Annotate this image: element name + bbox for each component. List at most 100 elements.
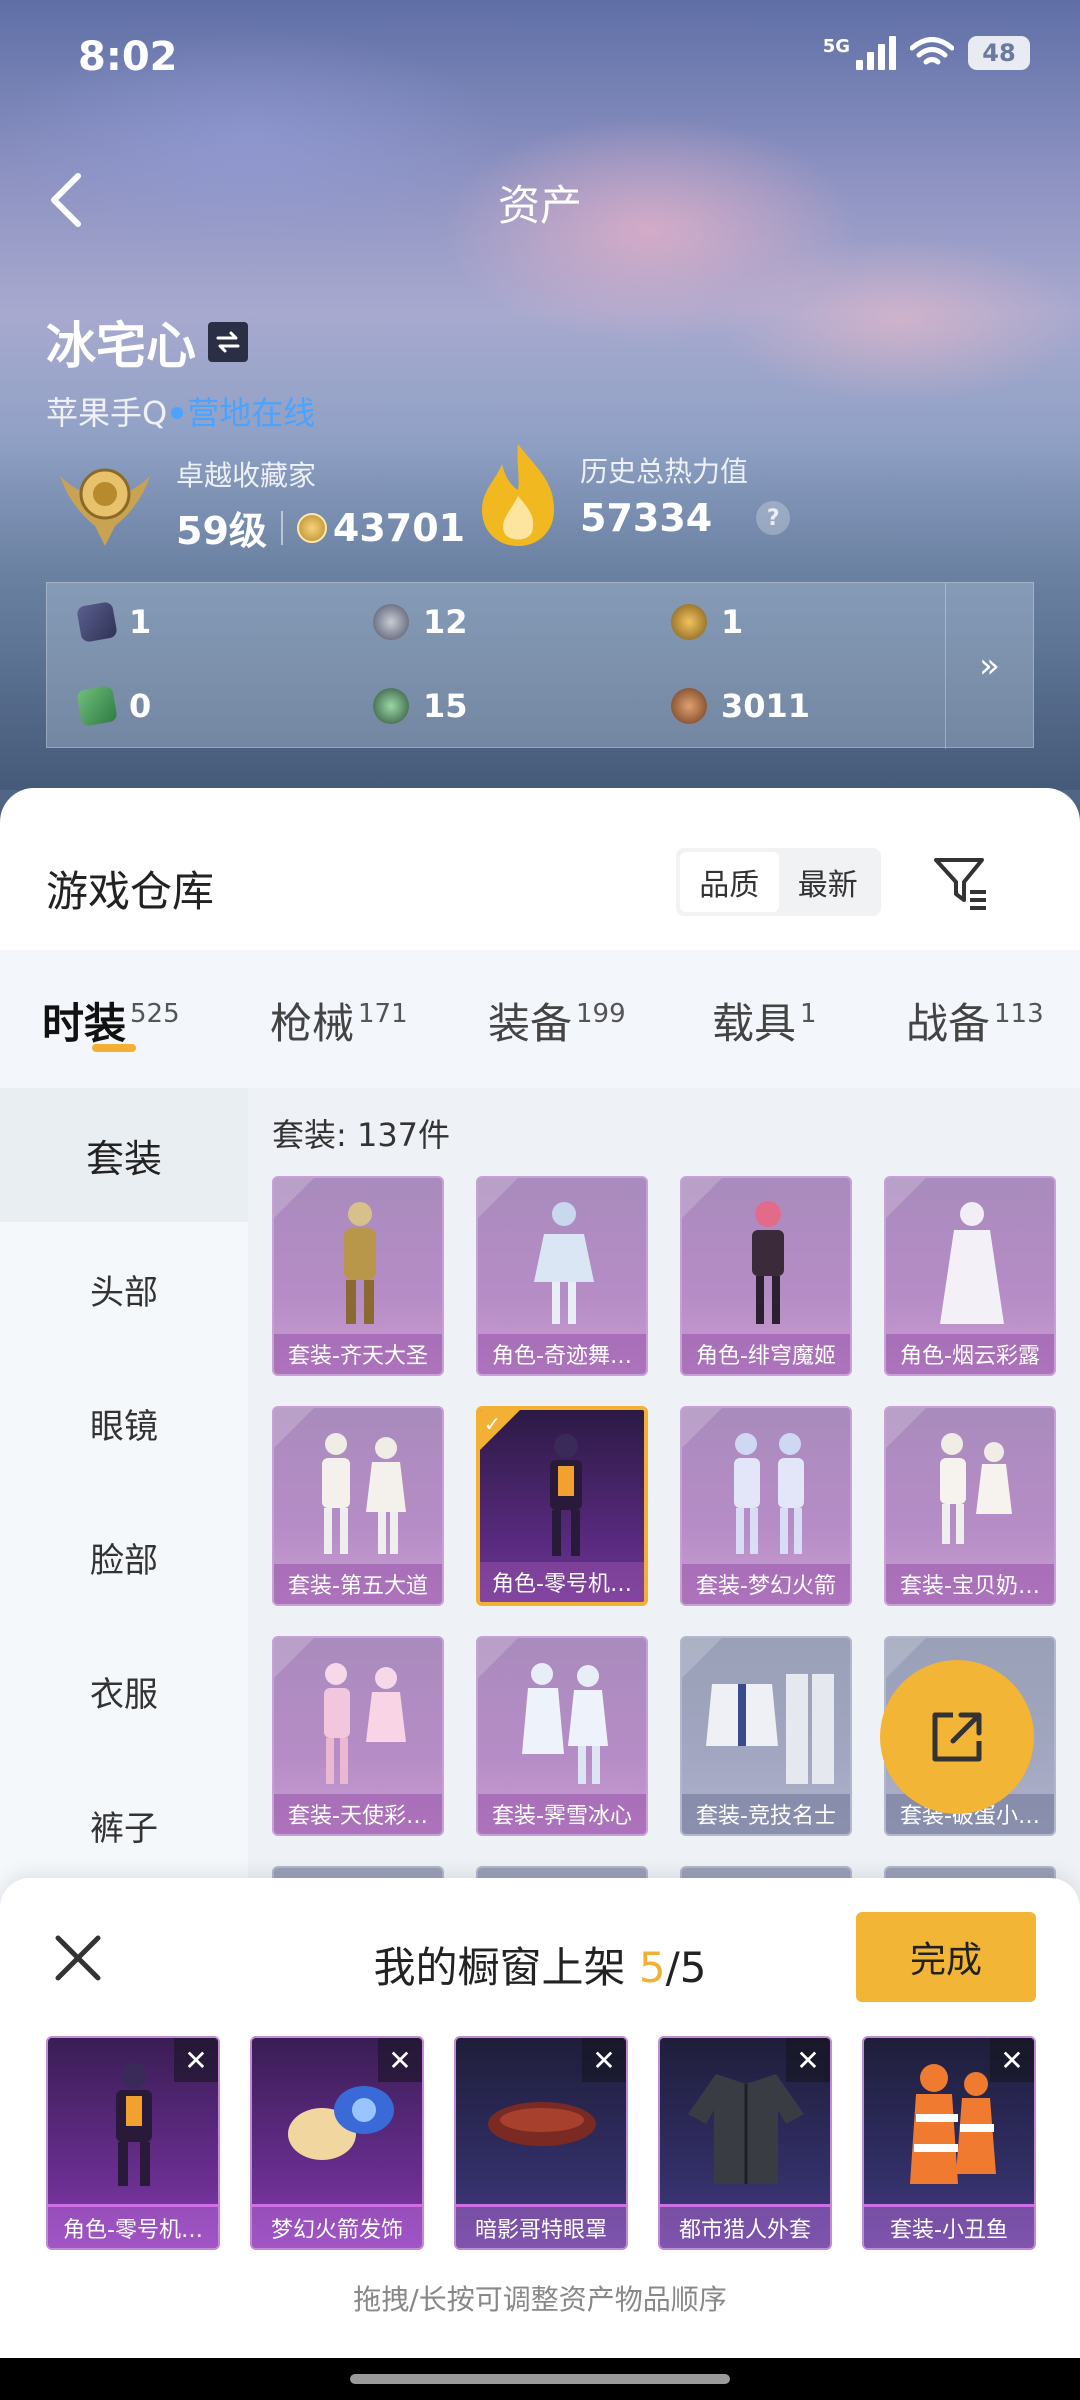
resources-expand-icon[interactable]: » <box>945 583 1033 749</box>
slot-label: 梦幻火箭发饰 <box>252 2204 422 2248</box>
slot-label: 角色-零号机… <box>48 2204 218 2248</box>
resource-item: 3011 <box>671 687 810 725</box>
tab-supplies[interactable]: 战备 113 <box>906 990 1044 1051</box>
item-card[interactable]: 角色-奇迹舞… <box>476 1176 648 1376</box>
item-label: 套装-齐天大圣 <box>274 1334 442 1374</box>
resource-panel[interactable]: 1 12 1 0 15 3011 » <box>46 582 1034 749</box>
item-card[interactable]: 套装-第五大道 <box>272 1406 444 1606</box>
tab-label: 装备 <box>488 999 573 1048</box>
green-ticket-icon <box>76 685 118 727</box>
sidebar-item-glasses[interactable]: 眼镜 <box>0 1356 248 1490</box>
item-card-selected[interactable]: ✓ 角色-零号机… <box>476 1406 648 1606</box>
resource-value: 3011 <box>721 687 811 725</box>
sidebar-item-face[interactable]: 脸部 <box>0 1490 248 1624</box>
remove-icon[interactable]: ✕ <box>582 2038 626 2082</box>
help-icon[interactable]: ? <box>756 501 791 535</box>
item-card[interactable]: 套装-梦幻火箭 <box>680 1406 852 1606</box>
tab-vehicles[interactable]: 载具 1 <box>712 990 817 1051</box>
outfit-figure-icon <box>322 1433 406 1554</box>
outfit-figure-icon <box>550 1434 582 1556</box>
sidebar-item-suits[interactable]: 套装 <box>0 1088 248 1222</box>
item-card[interactable]: 套装-齐天大圣 <box>272 1176 444 1376</box>
points-coin-icon <box>296 512 327 543</box>
item-card[interactable]: 角色-绯穹魔姬 <box>680 1176 852 1376</box>
collector-points: 43701 <box>332 505 466 550</box>
sidebar-item-head[interactable]: 头部 <box>0 1222 248 1356</box>
tab-count: 113 <box>994 999 1044 1029</box>
remove-icon[interactable]: ✕ <box>786 2038 830 2082</box>
showcase-current-count: 5 <box>638 1943 666 1992</box>
done-button[interactable]: 完成 <box>856 1912 1036 2002</box>
item-count: 套装: 137件 <box>272 1116 451 1154</box>
item-label: 角色-零号机… <box>480 1562 644 1602</box>
showcase-sheet: 我的橱窗上架 5/5 完成 ✕ 角色-零号机… ✕ 梦幻火箭发饰 ✕ 暗影哥特眼… <box>0 1878 1080 2358</box>
outfit-figure-icon <box>522 1663 608 1784</box>
item-card[interactable]: 套装-天使彩… <box>272 1636 444 1836</box>
slot-label: 都市猎人外套 <box>660 2204 830 2248</box>
bronze-coin-icon <box>671 688 707 724</box>
item-label: 套装-竞技名士 <box>682 1794 850 1834</box>
battery-icon: 48 <box>968 36 1030 70</box>
outfit-figure-icon <box>534 1202 594 1324</box>
network-type: 5G <box>822 36 850 57</box>
collector-values: 59级 43701 <box>176 500 465 555</box>
showcase-slot[interactable]: ✕ 梦幻火箭发饰 <box>250 2036 424 2250</box>
tab-fashion[interactable]: 时装 525 <box>42 990 180 1051</box>
collector-title: 卓越收藏家 <box>176 459 317 492</box>
tab-count: 1 <box>800 999 817 1029</box>
showcase-slot[interactable]: ✕ 角色-零号机… <box>46 2036 220 2250</box>
outfit-figure-icon <box>324 1663 406 1784</box>
collector-stat: 卓越收藏家 59级 43701 <box>176 454 465 555</box>
resource-value: 15 <box>423 687 468 725</box>
stats-row: 卓越收藏家 59级 43701 历史总热力值 57334 ? <box>50 440 1050 560</box>
item-card[interactable]: 角色-烟云彩露 <box>884 1176 1056 1376</box>
filter-icon[interactable] <box>930 850 992 912</box>
tab-guns[interactable]: 枪械 171 <box>270 990 408 1051</box>
divider <box>280 510 283 545</box>
resource-item: 1 <box>671 603 743 641</box>
resource-item: 0 <box>76 685 152 727</box>
sidebar-item-pants[interactable]: 裤子 <box>0 1758 248 1892</box>
page-title: 资产 <box>497 181 582 230</box>
home-indicator[interactable] <box>350 2374 730 2384</box>
resource-value: 1 <box>721 603 744 641</box>
resource-item: 1 <box>76 601 151 643</box>
share-button[interactable] <box>880 1660 1034 1814</box>
green-orb-icon <box>373 688 409 724</box>
profile-subline: 苹果手Q 营地在线 <box>46 388 315 434</box>
sort-latest[interactable]: 最新 <box>779 852 878 912</box>
item-label: 套装-宝贝奶… <box>886 1564 1054 1604</box>
resource-item: 15 <box>373 687 468 725</box>
profile-name-row: 冰宅心 <box>46 306 315 378</box>
profile-name: 冰宅心 <box>46 317 196 375</box>
showcase-slot[interactable]: ✕ 都市猎人外套 <box>658 2036 832 2250</box>
item-card[interactable]: 套装-霁雪冰心 <box>476 1636 648 1836</box>
showcase-slot[interactable]: ✕ 暗影哥特眼罩 <box>454 2036 628 2250</box>
outfit-figure-icon <box>734 1433 804 1554</box>
signal-icon <box>856 36 896 70</box>
sort-quality[interactable]: 品质 <box>680 852 779 912</box>
flame-icon <box>482 444 554 546</box>
wifi-icon <box>910 37 954 65</box>
sidebar-item-clothes[interactable]: 衣服 <box>0 1624 248 1758</box>
top-nav: 资产 <box>0 160 1080 240</box>
reorder-hint: 拖拽/长按可调整资产物品顺序 <box>353 2283 727 2316</box>
purple-card-icon <box>76 601 118 643</box>
item-card[interactable]: 套装-宝贝奶… <box>884 1406 1056 1606</box>
resource-item: 12 <box>373 603 468 641</box>
item-card[interactable]: 套装-竞技名士 <box>680 1636 852 1836</box>
item-label: 套装-第五大道 <box>274 1564 442 1604</box>
online-dot-icon <box>171 407 184 419</box>
collector-medal-icon <box>60 468 150 546</box>
resource-value: 0 <box>129 687 152 725</box>
remove-icon[interactable]: ✕ <box>378 2038 422 2082</box>
swap-account-icon[interactable] <box>208 322 248 362</box>
showcase-slot[interactable]: ✕ 套装-小丑鱼 <box>862 2036 1036 2250</box>
remove-icon[interactable]: ✕ <box>174 2038 218 2082</box>
resource-value: 12 <box>423 603 468 641</box>
tab-equipment[interactable]: 装备 199 <box>488 990 626 1051</box>
remove-icon[interactable]: ✕ <box>990 2038 1034 2082</box>
item-label: 角色-绯穹魔姬 <box>682 1334 850 1374</box>
heat-label: 历史总热力值 <box>580 455 749 488</box>
gold-badge-icon <box>671 604 707 640</box>
